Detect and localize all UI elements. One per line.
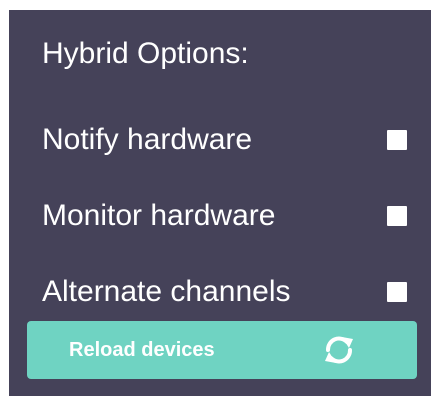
monitor-hardware-checkbox[interactable] (387, 206, 407, 226)
option-alternate-channels: Alternate channels (42, 270, 431, 314)
hybrid-options-panel: Hybrid Options: Notify hardware Monitor … (9, 10, 431, 396)
reload-devices-button[interactable]: Reload devices (27, 321, 417, 379)
notify-hardware-checkbox[interactable] (387, 130, 407, 150)
option-notify-hardware: Notify hardware (42, 118, 431, 162)
refresh-icon (325, 336, 353, 364)
option-monitor-hardware: Monitor hardware (42, 194, 431, 238)
panel-title: Hybrid Options: (42, 37, 249, 70)
option-label-monitor-hardware: Monitor hardware (42, 199, 276, 232)
option-label-alternate-channels: Alternate channels (42, 275, 291, 308)
option-label-notify-hardware: Notify hardware (42, 123, 253, 156)
alternate-channels-checkbox[interactable] (387, 282, 407, 302)
reload-devices-label: Reload devices (69, 339, 215, 361)
